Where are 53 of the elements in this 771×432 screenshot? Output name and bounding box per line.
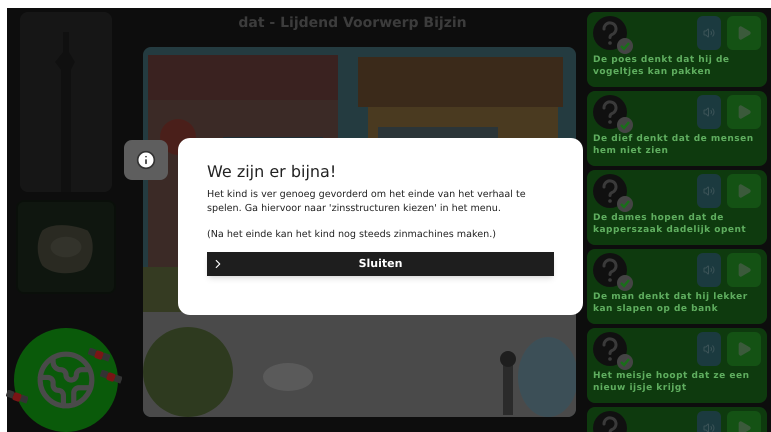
question-icon [593,253,627,287]
satellite-icon [88,348,110,362]
question-icon [593,332,627,366]
play-button[interactable] [727,16,761,50]
speaker-icon [703,422,715,432]
speaker-button[interactable] [697,95,721,129]
sentence-card[interactable]: Het meisje hoopt dat ze een nieuw ijsje krijgt [587,328,767,403]
question-icon [593,16,627,50]
speaker-button[interactable] [697,16,721,50]
speaker-button[interactable] [697,253,721,287]
close-button[interactable]: Sluiten [207,252,554,276]
speaker-icon [703,106,715,118]
check-icon [617,275,633,291]
check-icon [617,196,633,212]
dialog-text: Het kind is ver genoeg gevorderd om het einde van het verhaal te spelen. Ga hiervoor naar 'zinsstructuren kiezen' in het menu. [207,188,527,216]
satellite-icon [100,370,122,384]
speaker-icon [703,343,715,355]
sentence-text: De dief denkt dat de mensen hem niet zien [593,133,755,157]
play-icon [736,262,752,278]
sentence-text: De poes denkt dat hij de vogeltjes kan pakken [593,54,731,78]
play-icon [736,420,752,432]
satellite-icon [6,390,28,404]
question-icon [593,95,627,129]
check-icon [617,38,633,54]
speaker-icon [703,185,715,197]
sentence-card[interactable]: De man denkt dat hij lekker kan slapen op de bank [587,249,767,324]
play-button[interactable] [727,253,761,287]
sentence-text: De dames hopen dat de kapperszaak dadelijk opent [593,212,748,236]
dialog-title: We zijn er bijna! [207,162,338,182]
play-icon [736,104,752,120]
play-button[interactable] [727,332,761,366]
play-icon [736,25,752,41]
play-icon [736,183,752,199]
sentence-text: Het meisje hoopt dat ze een nieuw ijsje krijgt [593,370,751,394]
speaker-icon [703,27,715,39]
sentence-card[interactable]: De dief denkt dat de mensen hem niet zien [587,91,767,166]
info-button[interactable] [124,140,168,180]
dialog-text: (Na het einde kan het kind nog steeds zinmachines maken.) [207,228,498,242]
play-button[interactable] [727,174,761,208]
speaker-button[interactable] [697,174,721,208]
speaker-button[interactable] [697,332,721,366]
globe-icon [35,349,97,411]
play-icon [736,341,752,357]
check-icon [617,354,633,370]
info-icon [136,150,156,170]
picture-card[interactable] [16,200,116,294]
check-icon [617,117,633,133]
speaker-icon [703,264,715,276]
sentence-card[interactable]: De poes denkt dat hij de vogeltjes kan pakken [587,12,767,87]
question-icon [593,174,627,208]
play-button[interactable] [727,95,761,129]
sentence-text: De man denkt dat hij lekker kan slapen op de bank [593,291,749,315]
sentence-card[interactable]: De dames hopen dat de kapperszaak dadelijk opent [587,170,767,245]
